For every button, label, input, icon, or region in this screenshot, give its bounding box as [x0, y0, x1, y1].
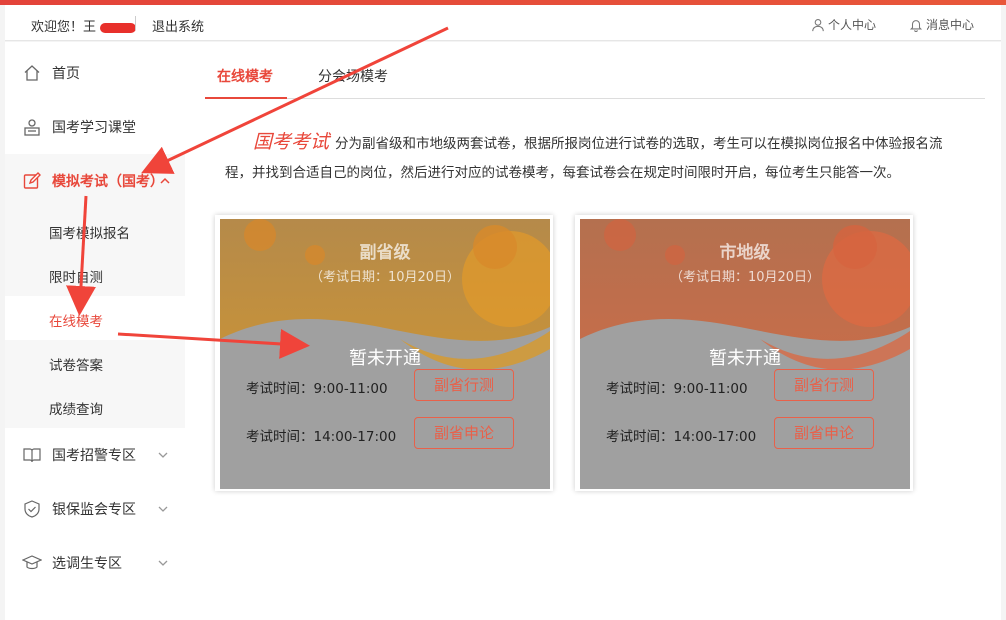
- sidebar: 首页 国考学习课堂 模拟考试（国考） 国考模拟报名 限时自测 在线模考 试卷答案…: [5, 42, 185, 620]
- sidebar-item-label: 银保监会专区: [52, 502, 136, 518]
- subnav-item-registration[interactable]: 国考模拟报名: [5, 208, 185, 252]
- card-status: 暂未开通: [349, 348, 421, 369]
- subnav-item-label: 限时自测: [49, 270, 103, 286]
- teacher-icon: [24, 119, 40, 136]
- card-status: 暂未开通: [709, 348, 781, 369]
- message-center-label: 消息中心: [926, 18, 975, 32]
- shield-icon: [24, 500, 40, 518]
- intro-paragraph: 国考考试 分为副省级和市地级两套试卷，根据所报岗位进行试卷的选取，考生可以在模拟岗…: [225, 128, 965, 188]
- sidebar-item-mock-exam[interactable]: 模拟考试（国考）: [5, 154, 185, 208]
- card-face: 副省级 （考试日期：10月20日） 暂未开通 考试时间：9:00-11:00 副…: [220, 219, 550, 489]
- tab-bar: 在线模考 分会场模考: [205, 42, 985, 99]
- top-bar: 欢迎您！王 退出系统 个人中心 消息中心: [5, 5, 1001, 41]
- subnav-item-scores[interactable]: 成绩查询: [5, 384, 185, 428]
- sidebar-item-label: 模拟考试（国考）: [52, 174, 164, 190]
- subnav-item-label: 试卷答案: [49, 358, 103, 374]
- card-exam-date: （考试日期：10月20日）: [669, 270, 821, 285]
- tab-branch-mock[interactable]: 分会场模考: [318, 66, 388, 86]
- exam-card-vice-provincial: 副省级 （考试日期：10月20日） 暂未开通 考试时间：9:00-11:00 副…: [215, 215, 553, 491]
- card-title: 副省级: [359, 243, 411, 263]
- user-icon: [812, 18, 824, 31]
- sidebar-item-classroom[interactable]: 国考学习课堂: [5, 100, 185, 154]
- welcome-label: 欢迎您！王: [31, 20, 97, 35]
- divider: [135, 16, 136, 30]
- session-time: 考试时间：14:00-17:00: [246, 429, 397, 445]
- subnav-item-self-test[interactable]: 限时自测: [5, 252, 185, 296]
- sidebar-item-home[interactable]: 首页: [5, 46, 185, 100]
- home-icon: [24, 65, 40, 81]
- card-title: 市地级: [719, 243, 771, 263]
- card-face: 市地级 （考试日期：10月20日） 暂未开通 考试时间：9:00-11:00 副…: [580, 219, 910, 489]
- exam-button[interactable]: 副省申论: [774, 417, 874, 449]
- sidebar-item-label: 选调生专区: [52, 556, 122, 572]
- session-time: 考试时间：14:00-17:00: [606, 429, 757, 445]
- active-tab-indicator: [205, 97, 287, 99]
- intro-heading: 国考考试: [253, 131, 330, 153]
- subnav-item-label: 在线模考: [49, 314, 103, 330]
- book-icon: [23, 448, 41, 463]
- chevron-down-icon: [158, 506, 168, 512]
- subnav-item-label: 成绩查询: [49, 402, 103, 418]
- exam-card-municipal: 市地级 （考试日期：10月20日） 暂未开通 考试时间：9:00-11:00 副…: [575, 215, 913, 491]
- welcome-text: 欢迎您！王: [31, 16, 137, 35]
- sidebar-item-cbirc[interactable]: 银保监会专区: [5, 482, 185, 536]
- subnav-item-online-mock[interactable]: 在线模考: [5, 296, 185, 340]
- chevron-down-icon: [158, 560, 168, 566]
- personal-center-link[interactable]: 个人中心: [811, 16, 876, 33]
- exam-button[interactable]: 副省行测: [774, 369, 874, 401]
- sidebar-item-police[interactable]: 国考招警专区: [5, 428, 185, 482]
- session-time: 考试时间：9:00-11:00: [606, 381, 748, 397]
- redacted-username: [100, 22, 137, 33]
- sidebar-item-label: 国考招警专区: [52, 448, 136, 464]
- chevron-up-icon: [160, 177, 170, 184]
- tab-online-mock[interactable]: 在线模考: [217, 66, 273, 86]
- sidebar-item-label: 国考学习课堂: [52, 120, 136, 136]
- edit-icon: [23, 172, 41, 189]
- logout-link[interactable]: 退出系统: [152, 16, 204, 35]
- message-center-link[interactable]: 消息中心: [909, 16, 974, 33]
- graduation-cap-icon: [22, 555, 42, 570]
- sidebar-item-selected-graduates[interactable]: 选调生专区: [5, 536, 185, 590]
- personal-center-label: 个人中心: [828, 18, 877, 32]
- intro-text: 分为副省级和市地级两套试卷，根据所报岗位进行试卷的选取，考生可以在模拟岗位报名中…: [225, 136, 943, 181]
- exam-button[interactable]: 副省行测: [414, 369, 514, 401]
- main-content: 在线模考 分会场模考 国考考试 分为副省级和市地级两套试卷，根据所报岗位进行试卷的…: [185, 42, 1001, 620]
- sidebar-item-label: 首页: [52, 66, 80, 82]
- subnav-item-label: 国考模拟报名: [49, 226, 130, 242]
- chevron-down-icon: [158, 452, 168, 458]
- card-exam-date: （考试日期：10月20日）: [309, 270, 461, 285]
- subnav-item-answers[interactable]: 试卷答案: [5, 340, 185, 384]
- bell-icon: [909, 19, 923, 32]
- exam-button[interactable]: 副省申论: [414, 417, 514, 449]
- session-time: 考试时间：9:00-11:00: [246, 381, 388, 397]
